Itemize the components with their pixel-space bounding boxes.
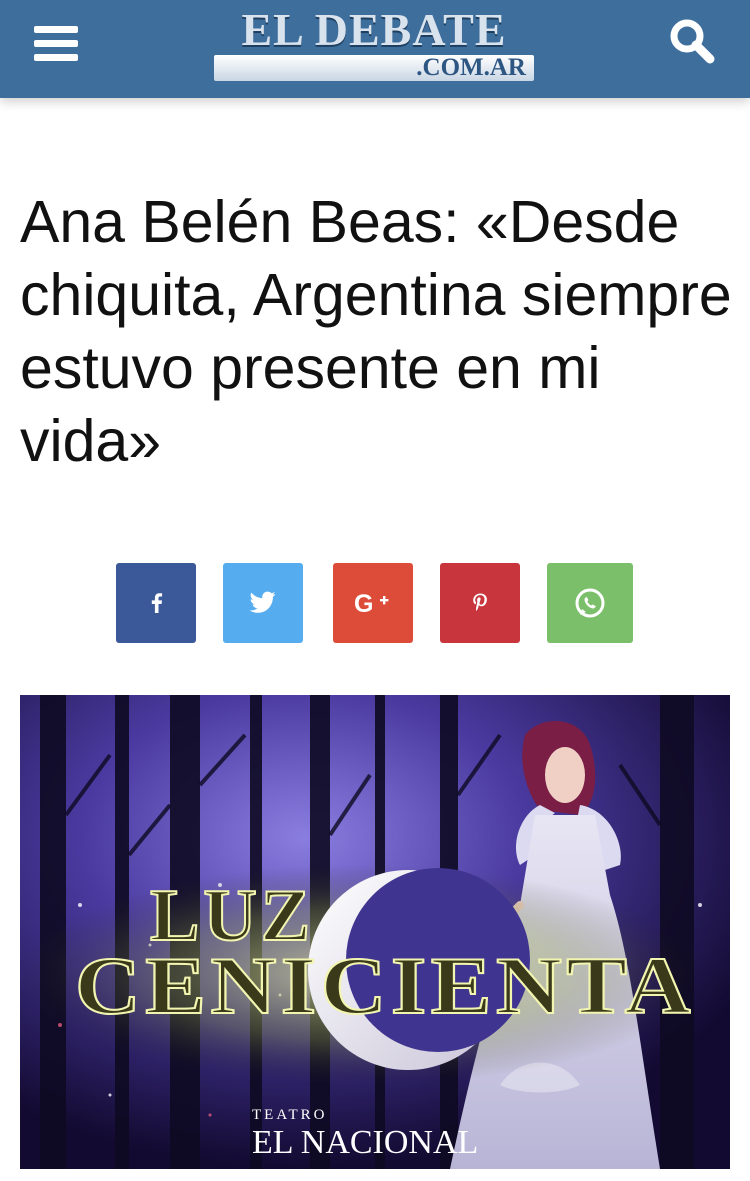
svg-text:G: G — [354, 590, 373, 618]
facebook-icon — [151, 593, 163, 613]
share-bar: G — [0, 563, 750, 643]
search-icon[interactable] — [665, 14, 721, 70]
logo-subtitle-bar: .COM.AR — [214, 55, 534, 81]
logo-title: EL DEBATE — [241, 4, 507, 55]
whatsapp-icon — [575, 588, 605, 618]
article-title: Ana Belén Beas: «Desde chiquita, Argenti… — [20, 189, 732, 474]
hamburger-menu-icon[interactable] — [30, 22, 82, 64]
google-plus-icon: G — [354, 590, 389, 618]
article-hero-image: LUZ CENICIENTA TEATRO EL NACIONAL — [20, 695, 730, 1169]
poster-title-line2: CENICIENTA — [75, 940, 695, 1031]
poster-venue-label: TEATRO — [252, 1107, 328, 1123]
google-plus-share-button[interactable]: G — [333, 563, 413, 643]
top-bar: .COM.AR EL DEBATE — [0, 0, 750, 98]
whatsapp-share-button[interactable] — [547, 563, 633, 643]
facebook-share-button[interactable] — [116, 563, 196, 643]
pinterest-icon — [473, 593, 487, 611]
logo-domain: .COM.AR — [416, 54, 526, 81]
twitter-icon — [249, 591, 276, 613]
site-logo[interactable]: .COM.AR EL DEBATE — [212, 6, 536, 84]
pinterest-share-button[interactable] — [440, 563, 520, 643]
poster-illustration: LUZ CENICIENTA TEATRO EL NACIONAL — [20, 695, 730, 1169]
twitter-share-button[interactable] — [223, 563, 303, 643]
poster-venue-name: EL NACIONAL — [252, 1124, 478, 1161]
